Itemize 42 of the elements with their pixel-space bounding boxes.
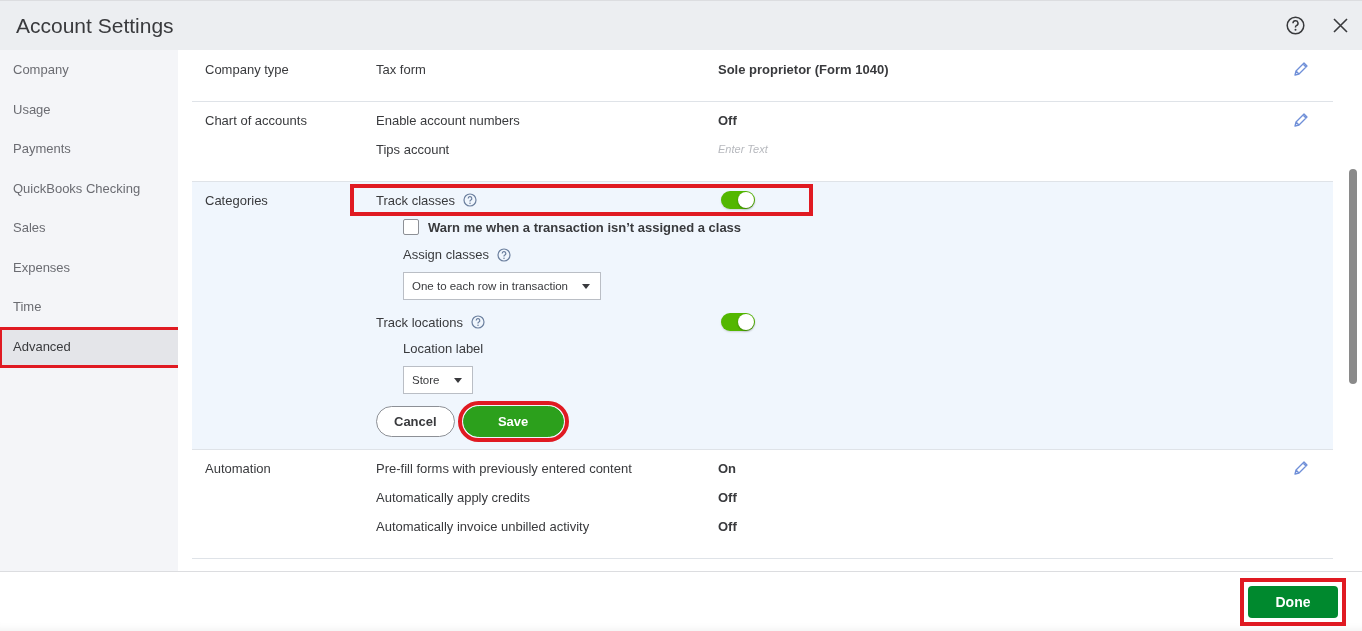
cancel-button[interactable]: Cancel [376,406,455,437]
setting-label: Tips account [376,141,451,157]
setting-label: Automatically apply credits [376,489,531,505]
sidebar-item[interactable]: Payments [0,130,178,170]
section-label: Company type [205,61,290,77]
help-icon[interactable] [1286,16,1305,35]
pencil-icon[interactable] [1293,460,1309,476]
close-icon[interactable] [1333,18,1348,33]
setting-value: Off [718,489,738,505]
checkbox-label: Warn me when a transaction isn’t assigned a class [428,219,742,235]
sidebar-item[interactable]: Usage [0,90,178,130]
setting-label: Enable account numbers [376,112,521,128]
window-title: Account Settings [16,13,175,38]
setting-label: Tax form [376,61,427,77]
dropdown[interactable]: One to each row in transaction [403,272,601,300]
section-label: Automation [205,460,272,478]
scrollbar[interactable] [1349,169,1357,384]
field-label: Assign classes [403,247,489,262]
sidebar-item[interactable]: Company [0,51,178,91]
setting-value: Off [718,112,738,128]
setting-label: Pre-fill forms with previously entered content [376,460,633,476]
sidebar-item[interactable]: Advanced [0,327,181,367]
toggle-label: Track locations [376,314,463,330]
dropdown[interactable]: Store [403,366,473,394]
section-label: Categories [205,192,269,210]
sidebar-item[interactable]: Sales [0,209,178,249]
field-label: Location label [403,341,484,356]
toggle-switch[interactable] [721,191,755,209]
sidebar-item[interactable]: QuickBooks Checking [0,169,178,209]
sidebar-item[interactable]: Time [0,288,178,328]
setting-value: Sole proprietor (Form 1040) [718,61,890,77]
pencil-icon[interactable] [1293,112,1309,128]
done-button[interactable]: Done [1248,585,1338,618]
toggle-label: Track classes [376,192,455,208]
checkbox[interactable] [403,219,419,235]
setting-value: On [718,460,738,476]
toggle-switch[interactable] [721,313,755,331]
setting-value: Off [718,518,738,534]
setting-label: Automatically invoice unbilled activity [376,518,591,534]
sidebar-item[interactable]: Expenses [0,248,178,288]
section-label: Chart of accounts [205,112,308,130]
pencil-icon[interactable] [1293,61,1309,77]
